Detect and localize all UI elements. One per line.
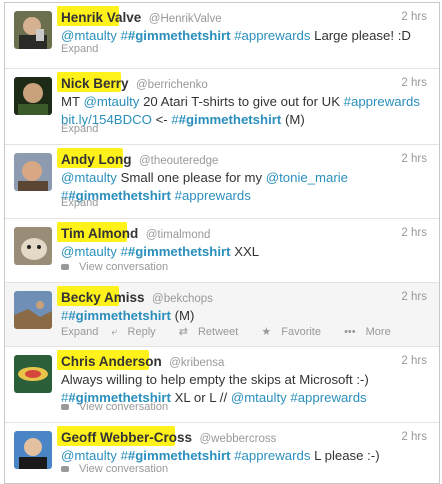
tweet-author-name[interactable]: Nick Berry	[61, 76, 129, 91]
tweet-text-segment: XL or L //	[174, 389, 228, 405]
tweet-timestamp[interactable]: 2 hrs	[401, 153, 427, 165]
hashtag-link[interactable]: #apprewards	[175, 188, 251, 203]
avatar[interactable]	[14, 11, 52, 49]
tweet-timestamp[interactable]: 2 hrs	[401, 77, 427, 89]
tweet-text: @mtaulty ##gimmethetshirt #apprewards L …	[61, 447, 425, 465]
reply-label: Reply	[127, 326, 156, 338]
more-icon: •••	[344, 326, 356, 338]
mention-link[interactable]: @mtaulty	[61, 170, 117, 185]
tweet-timestamp[interactable]: 2 hrs	[401, 355, 427, 367]
tweet-item[interactable]: Geoff Webber-Cross @webbercross 2 hrs @m…	[5, 423, 439, 483]
tweet-text-segment: Small one please for my	[120, 170, 263, 185]
tweet-text-segment: Always willing to help empty the skips a…	[61, 372, 369, 387]
tweet-item[interactable]: Chris Anderson @kribensa 2 hrs Always wi…	[5, 347, 439, 423]
tweet-author-handle[interactable]: @berrichenko	[136, 79, 208, 91]
tweet-item[interactable]: Andy Long @theouteredge 2 hrs @mtaulty S…	[5, 145, 439, 219]
favorite-label: Favorite	[281, 326, 321, 338]
tweet-timestamp[interactable]: 2 hrs	[401, 11, 427, 23]
view-conversation-label: View conversation	[79, 463, 169, 475]
tweet-text: ##gimmethetshirt (M)	[61, 307, 425, 325]
tweet-author-name[interactable]: Tim Almond	[61, 226, 138, 241]
view-conversation-label: View conversation	[79, 261, 169, 273]
view-conversation-label: View conversation	[79, 401, 169, 413]
retweet-icon: ⇄	[178, 326, 188, 338]
conversation-icon	[61, 404, 69, 410]
tweet-text-segment: (M)	[174, 308, 195, 323]
tweet-text: @mtaulty Small one please for my @tonie_…	[61, 169, 425, 204]
hashtag-link[interactable]: #apprewards	[234, 28, 310, 43]
tweet-text-segment: 20 Atari T-shirts to give out for UK	[143, 94, 340, 109]
retweet-button[interactable]: ⇄ Retweet	[179, 326, 249, 338]
tweet-timeline: Henrik Valve @HenrikValve 2 hrs @mtaulty…	[4, 2, 440, 484]
view-conversation-link[interactable]: View conversation	[61, 401, 178, 413]
mention-link[interactable]: @mtaulty	[61, 28, 117, 43]
avatar[interactable]	[14, 355, 52, 393]
expand-link[interactable]: Expand	[61, 123, 98, 135]
retweet-label: Retweet	[197, 326, 239, 338]
hashtag-link[interactable]: #apprewards	[344, 94, 420, 109]
tweet-author-name[interactable]: Geoff Webber-Cross	[61, 430, 192, 445]
expand-link[interactable]: Expand	[61, 43, 98, 55]
tweet-text-segment: <-	[155, 111, 168, 127]
view-conversation-link[interactable]: View conversation	[61, 261, 178, 273]
tweet-author-handle[interactable]: @HenrikValve	[149, 13, 222, 25]
hashtag-link[interactable]: ##gimmethetshirt	[121, 244, 231, 259]
tweet-actions: Expand ⤶ Reply ⇄ Retweet ★ Favorite ••• More	[61, 325, 411, 339]
star-icon: ★	[261, 326, 272, 338]
mention-link[interactable]: @mtaulty	[61, 448, 117, 463]
view-conversation-link[interactable]: View conversation	[61, 463, 178, 475]
tweet-text: @mtaulty ##gimmethetshirt XXL	[61, 243, 425, 261]
tweet-author-handle[interactable]: @theouteredge	[139, 155, 218, 167]
tweet-text: MT @mtaulty 20 Atari T-shirts to give ou…	[61, 93, 425, 128]
more-label: More	[365, 326, 391, 338]
conversation-icon	[61, 264, 69, 270]
avatar[interactable]	[14, 291, 52, 329]
avatar[interactable]	[14, 431, 52, 469]
tweet-author-handle[interactable]: @timalmond	[146, 229, 211, 241]
avatar[interactable]	[14, 77, 52, 115]
tweet-author-handle[interactable]: @kribensa	[169, 357, 224, 369]
tweet-text-segment: L please :-)	[314, 448, 380, 463]
hashtag-link[interactable]: ##gimmethetshirt	[61, 308, 171, 323]
tweet-author-name[interactable]: Henrik Valve	[61, 10, 141, 25]
avatar[interactable]	[14, 227, 52, 265]
conversation-icon	[61, 466, 69, 472]
tweet-author-name[interactable]: Becky Amiss	[61, 290, 145, 305]
tweet-item[interactable]: Becky Amiss @bekchops 2 hrs ##gimmethets…	[5, 283, 439, 347]
mention-link[interactable]: @tonie_marie	[266, 170, 348, 185]
tweet-item[interactable]: Tim Almond @timalmond 2 hrs @mtaulty ##g…	[5, 219, 439, 283]
hashtag-link[interactable]: #apprewards	[290, 390, 366, 405]
tweet-author-handle[interactable]: @webbercross	[199, 433, 276, 445]
tweet-timestamp[interactable]: 2 hrs	[401, 227, 427, 239]
reply-button[interactable]: ⤶ Reply	[111, 326, 165, 338]
tweet-author-name[interactable]: Chris Anderson	[61, 354, 162, 369]
tweet-item[interactable]: Nick Berry @berrichenko 2 hrs MT @mtault…	[5, 69, 439, 145]
tweet-timestamp[interactable]: 2 hrs	[401, 291, 427, 303]
favorite-button[interactable]: ★ Favorite	[261, 326, 331, 338]
mention-link[interactable]: @mtaulty	[231, 390, 287, 405]
tweet-item[interactable]: Henrik Valve @HenrikValve 2 hrs @mtaulty…	[5, 3, 439, 69]
expand-link[interactable]: Expand	[61, 197, 98, 209]
hashtag-link[interactable]: ##gimmethetshirt	[121, 448, 231, 463]
mention-link[interactable]: @mtaulty	[83, 94, 139, 109]
tweet-text: @mtaulty ##gimmethetshirt #apprewards La…	[61, 27, 425, 45]
tweet-text-segment: XXL	[234, 244, 260, 259]
hashtag-link[interactable]: ##gimmethetshirt	[121, 28, 231, 43]
tweet-author-handle[interactable]: @bekchops	[152, 293, 213, 305]
hashtag-link[interactable]: #apprewards	[234, 448, 310, 463]
avatar[interactable]	[14, 153, 52, 191]
reply-icon: ⤶	[111, 326, 118, 338]
mention-link[interactable]: @mtaulty	[61, 244, 117, 259]
tweet-text-segment: Large please! :D	[314, 28, 411, 43]
expand-link[interactable]: Expand	[61, 326, 98, 338]
tweet-text-segment: MT	[61, 94, 80, 109]
hashtag-link[interactable]: ##gimmethetshirt	[171, 112, 281, 127]
tweet-author-name[interactable]: Andy Long	[61, 152, 132, 167]
tweet-timestamp[interactable]: 2 hrs	[401, 431, 427, 443]
tweet-text-segment: (M)	[284, 111, 305, 127]
more-button[interactable]: ••• More	[344, 326, 401, 338]
